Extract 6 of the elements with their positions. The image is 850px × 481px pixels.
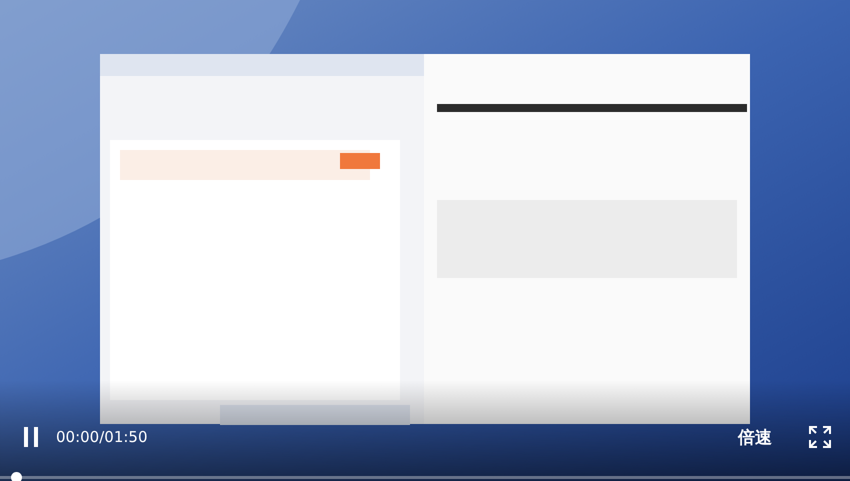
speed-button[interactable]: 倍速 [738,426,772,448]
pause-button[interactable] [22,425,40,449]
fullscreen-button[interactable] [808,425,832,449]
playback-time: 00:00/01:50 [56,428,148,446]
fullscreen-icon [809,426,831,448]
pause-icon [23,427,39,447]
